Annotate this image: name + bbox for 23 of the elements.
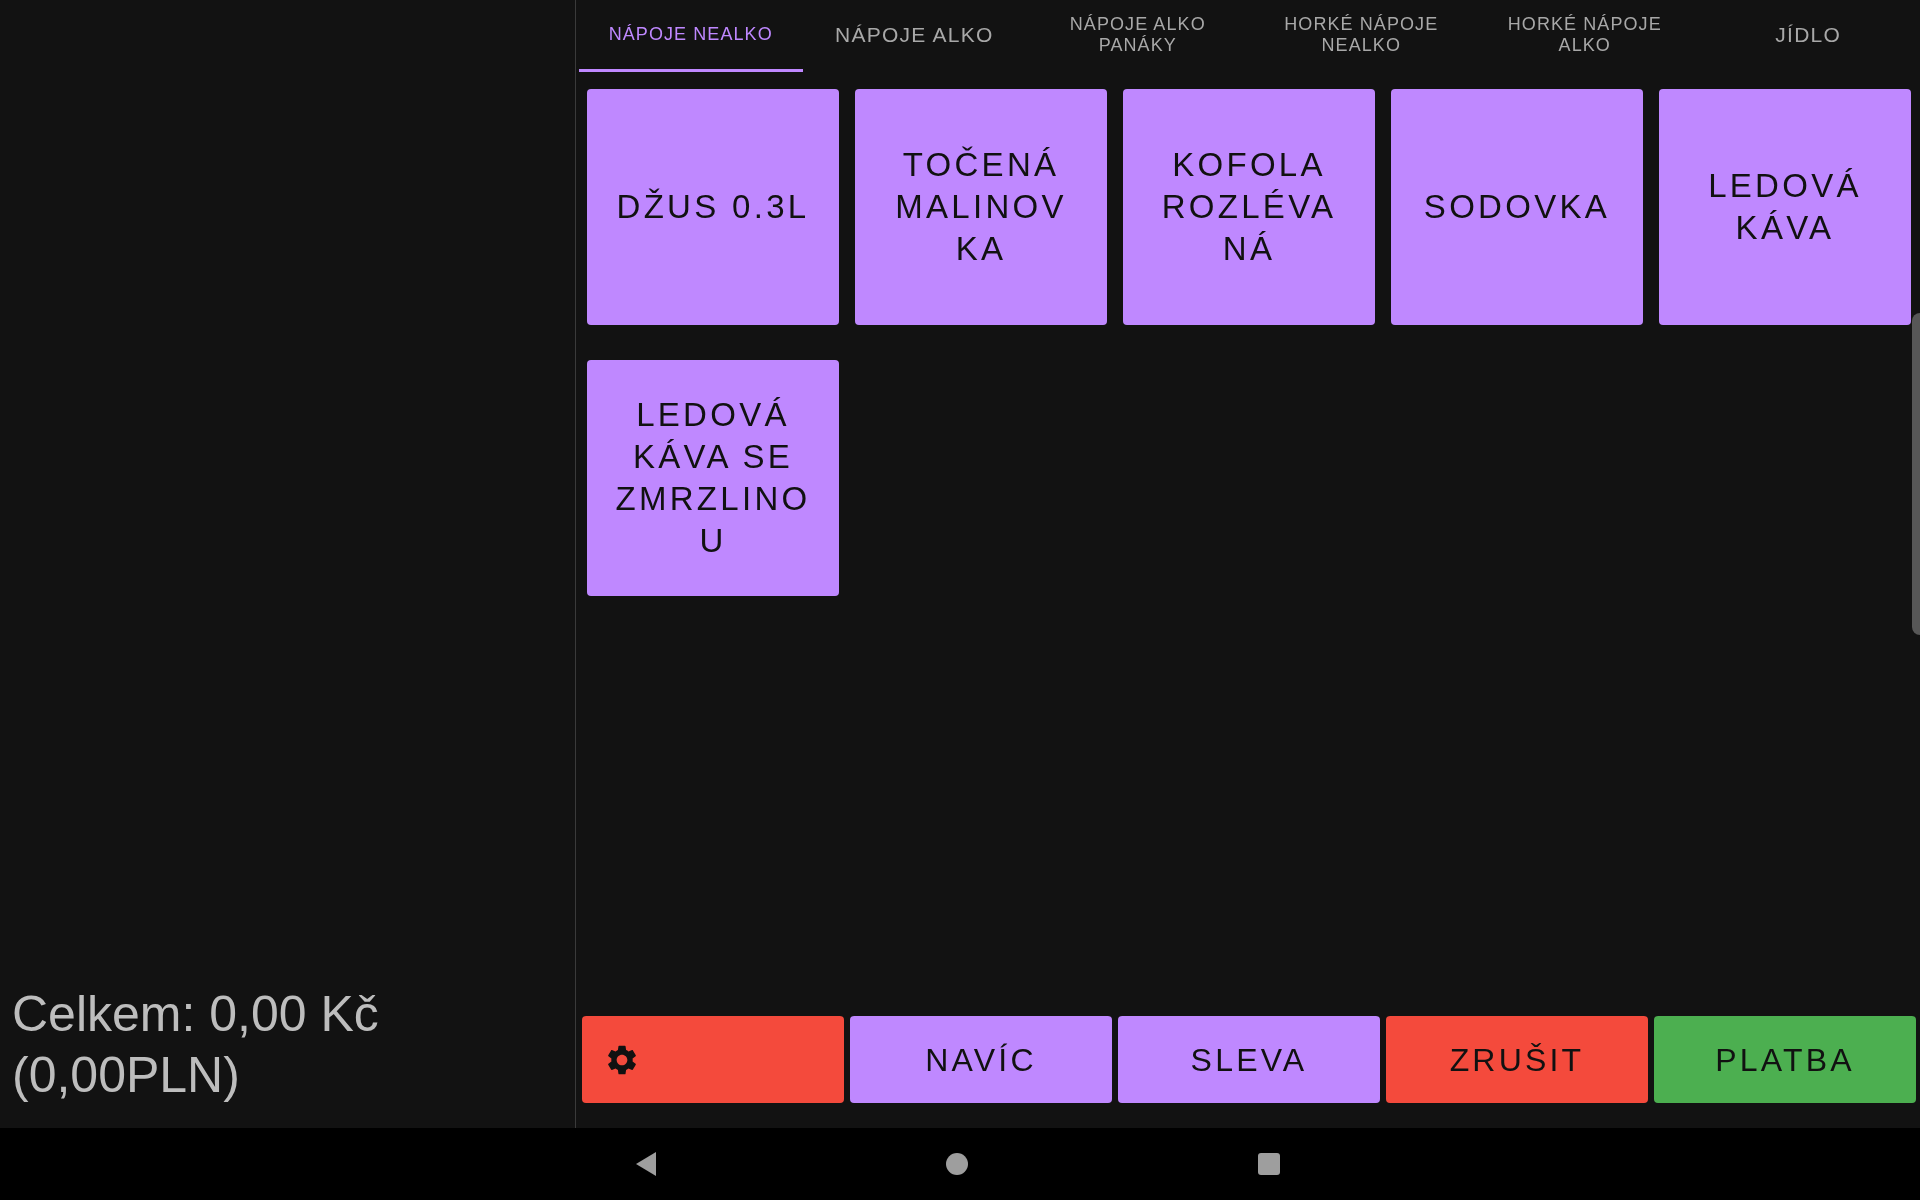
category-tab[interactable]: NÁPOJE ALKO [802,0,1026,72]
settings-button[interactable] [582,1016,844,1103]
total-label: Celkem: 0,00 Kč (0,00PLN) [12,985,380,1105]
product-tile[interactable]: DŽUS 0.3L [587,89,839,325]
product-tile[interactable]: SODOVKA [1391,89,1643,325]
product-tile[interactable]: LEDOVÁ KÁVA SE ZMRZLINOU [587,360,839,596]
product-tile[interactable]: TOČENÁ MALINOVKA [855,89,1107,325]
settings-icon [608,1044,636,1075]
square-icon[interactable] [1258,1153,1280,1175]
action-button[interactable]: SLEVA [1118,1016,1380,1103]
category-tab[interactable]: JÍDLO [1696,0,1920,72]
back-icon[interactable] [636,1152,656,1176]
product-tile[interactable]: LEDOVÁ KÁVA [1659,89,1911,325]
action-button[interactable]: PLATBA [1654,1016,1916,1103]
action-button[interactable]: NAVÍC [850,1016,1112,1103]
product-tile[interactable]: KOFOLA ROZLÉVANÁ [1123,89,1375,325]
edge-handle[interactable] [1912,313,1920,635]
category-tab[interactable]: HORKÉ NÁPOJE NEALKO [1249,0,1473,72]
home-icon[interactable] [946,1153,968,1175]
category-tab[interactable]: NÁPOJE NEALKO [579,0,803,72]
category-tab[interactable]: HORKÉ NÁPOJE ALKO [1473,0,1697,72]
action-button[interactable]: ZRUŠIT [1386,1016,1648,1103]
category-tab[interactable]: NÁPOJE ALKO PANÁKY [1026,0,1250,72]
